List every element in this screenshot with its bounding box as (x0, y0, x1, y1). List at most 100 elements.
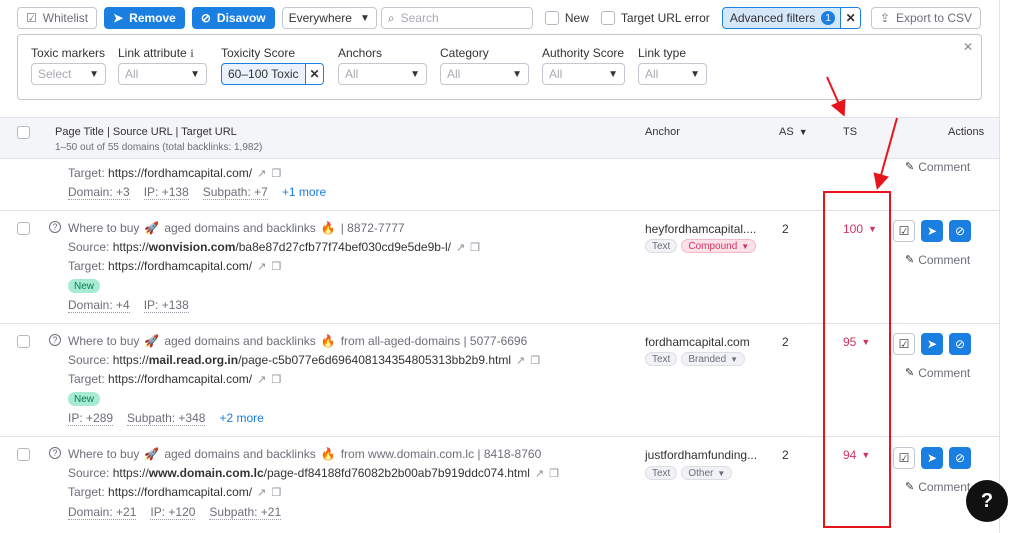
search-box: ⌕ (380, 7, 533, 29)
question-icon[interactable]: ? (49, 221, 61, 233)
whitelist-icon[interactable]: ☑ (893, 220, 915, 242)
anchor-text: heyfordhamcapital.... (645, 222, 757, 236)
domain-count[interactable]: Domain: +21 (68, 505, 137, 520)
external-link-icon[interactable]: ↗ (257, 486, 266, 499)
column-header-ts[interactable]: TS (843, 126, 857, 138)
authority-score-select[interactable]: All ▼ (542, 63, 625, 85)
target-url[interactable]: https://fordhamcapital.com/ (108, 259, 252, 273)
link-type-select[interactable]: All ▼ (638, 63, 707, 85)
ip-count[interactable]: IP: +138 (143, 298, 189, 313)
ip-count[interactable]: IP: +138 (143, 185, 189, 200)
ip-count[interactable]: IP: +289 (68, 411, 114, 426)
remove-button[interactable]: ➤ Remove (104, 7, 185, 29)
question-icon[interactable]: ? (49, 334, 61, 346)
copy-icon[interactable]: ❐ (271, 260, 281, 273)
close-icon[interactable]: ✕ (840, 8, 861, 28)
select-all-checkbox[interactable] (17, 126, 30, 139)
send-icon[interactable]: ➤ (921, 333, 943, 355)
export-csv-button[interactable]: ⇪ Export to CSV (870, 7, 981, 29)
help-label: ? (980, 489, 994, 512)
anchors-select[interactable]: All ▼ (338, 63, 427, 85)
external-link-icon[interactable]: ↗ (535, 467, 544, 480)
ban-icon[interactable]: ⊘ (949, 220, 971, 242)
toxicity-score-select[interactable]: 60–100 Toxic ✕ (221, 63, 324, 85)
target-url[interactable]: https://fordhamcapital.com/ (108, 372, 252, 386)
column-header-page: Page Title | Source URL | Target URL (55, 126, 237, 138)
source-url-path[interactable]: /page-df84188fd76082b2b00ab7b919ddc074.h… (264, 466, 530, 480)
source-domain[interactable]: www.domain.com.lc (149, 466, 264, 480)
tag-compound[interactable]: Compound ▼ (681, 239, 757, 253)
external-link-icon[interactable]: ↗ (516, 354, 525, 367)
send-icon[interactable]: ➤ (921, 220, 943, 242)
tag-branded[interactable]: Branded ▼ (681, 352, 746, 366)
subpath-count[interactable]: Subpath: +7 (202, 185, 268, 200)
send-icon[interactable]: ➤ (921, 447, 943, 469)
whitelist-icon[interactable]: ☑ (893, 447, 915, 469)
ip-count[interactable]: IP: +120 (150, 505, 196, 520)
comment-label: Comment (918, 160, 971, 174)
target-url[interactable]: https://fordhamcapital.com/ (108, 166, 252, 180)
advanced-filters-button[interactable]: Advanced filters 1 ✕ (721, 7, 862, 29)
column-header-as[interactable]: AS ▼ (779, 126, 808, 138)
close-icon[interactable]: ✕ (963, 40, 973, 54)
filter-label: Anchors (338, 46, 383, 60)
authority-score: 2 (782, 448, 789, 462)
fire-icon: 🔥 (320, 221, 336, 235)
source-url-pre: https:// (112, 466, 149, 480)
copy-icon[interactable]: ❐ (470, 241, 480, 254)
comment-icon: ✎ (905, 160, 915, 173)
info-icon: ℹ (190, 49, 194, 60)
link-attribute-select[interactable]: All ▼ (118, 63, 207, 85)
select-value: All (447, 67, 461, 81)
column-header-actions: Actions (948, 126, 985, 138)
toxic-markers-select[interactable]: Select ▼ (31, 63, 106, 85)
category-select[interactable]: All ▼ (440, 63, 529, 85)
subpath-count[interactable]: Subpath: +21 (209, 505, 282, 520)
tag-other[interactable]: Other ▼ (681, 466, 733, 480)
page-title-mid: aged domains and backlinks (164, 334, 316, 348)
row-checkbox[interactable] (17, 335, 30, 348)
search-input[interactable] (400, 11, 521, 25)
advanced-filters-label: Advanced filters (729, 11, 816, 25)
domain-count[interactable]: Domain: +4 (68, 298, 130, 313)
target-error-checkbox[interactable] (600, 11, 615, 25)
ban-icon[interactable]: ⊘ (949, 333, 971, 355)
source-domain[interactable]: mail.read.org.in (149, 353, 238, 367)
source-domain[interactable]: wonvision.com (149, 240, 236, 254)
disavow-button[interactable]: ⊘ Disavow (191, 7, 275, 29)
target-error-filter[interactable]: Target URL error (600, 11, 710, 25)
more-link[interactable]: +1 more (282, 185, 326, 200)
question-icon[interactable]: ? (49, 447, 61, 459)
copy-icon[interactable]: ❐ (271, 486, 281, 499)
copy-icon[interactable]: ❐ (271, 167, 281, 180)
ban-icon[interactable]: ⊘ (949, 447, 971, 469)
whitelist-icon[interactable]: ☑ (893, 333, 915, 355)
whitelist-button[interactable]: ☑ Whitelist (17, 7, 98, 29)
comment-button[interactable]: ✎ Comment (905, 253, 970, 267)
new-checkbox[interactable] (544, 11, 559, 25)
help-button[interactable]: ? (966, 480, 1008, 522)
external-link-icon[interactable]: ↗ (456, 241, 465, 254)
scope-select[interactable]: Everywhere ▼ (281, 7, 377, 29)
tag-label: Compound (688, 240, 738, 252)
copy-icon[interactable]: ❐ (530, 354, 540, 367)
close-icon[interactable]: ✕ (305, 64, 323, 84)
row-checkbox[interactable] (17, 448, 30, 461)
source-url-path[interactable]: /ba8e87d27cfb77f74bef030cd9e5de9b-l/ (235, 240, 451, 254)
copy-icon[interactable]: ❐ (549, 467, 559, 480)
target-url[interactable]: https://fordhamcapital.com/ (108, 485, 252, 499)
comment-button[interactable]: ✎ Comment (905, 366, 970, 380)
external-link-icon[interactable]: ↗ (257, 260, 266, 273)
source-url-path[interactable]: /page-c5b077e6d696408134354805313bb2b9.h… (238, 353, 511, 367)
comment-button[interactable]: ✎ Comment (905, 480, 970, 494)
row-checkbox[interactable] (17, 222, 30, 235)
subpath-count[interactable]: Subpath: +348 (127, 411, 206, 426)
comment-button[interactable]: ✎ Comment (905, 160, 970, 174)
more-link[interactable]: +2 more (219, 411, 263, 426)
external-link-icon[interactable]: ↗ (257, 167, 266, 180)
domain-count[interactable]: Domain: +3 (68, 185, 130, 200)
external-link-icon[interactable]: ↗ (257, 373, 266, 386)
new-filter[interactable]: New (544, 11, 589, 25)
filter-label: Category (440, 46, 489, 60)
copy-icon[interactable]: ❐ (271, 373, 281, 386)
